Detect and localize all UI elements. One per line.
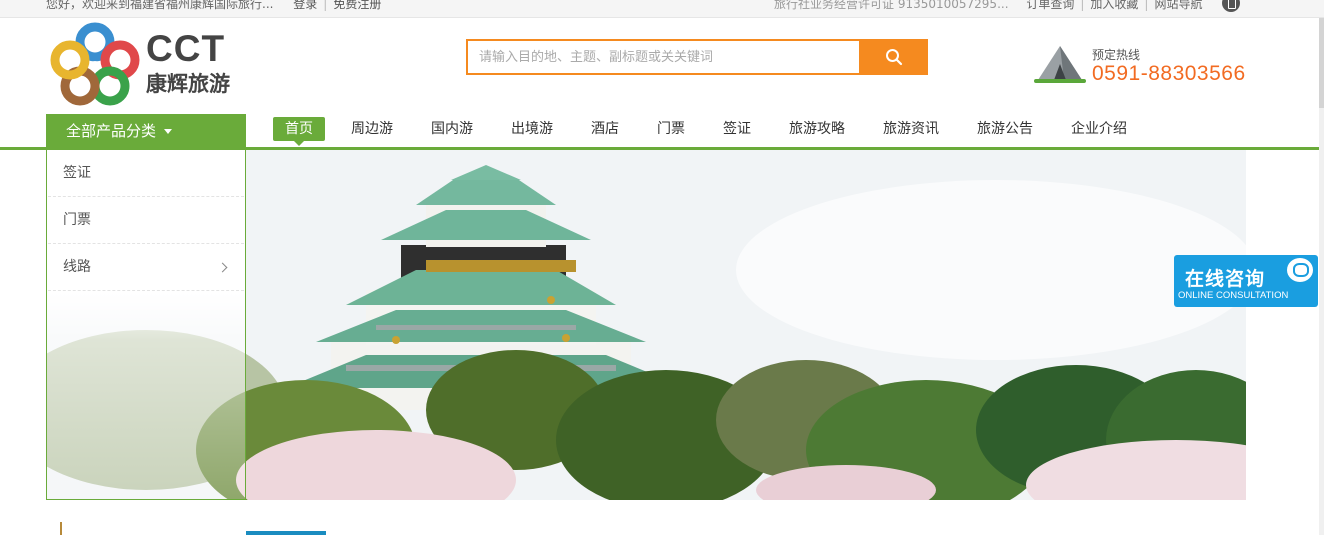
- nav-item-home[interactable]: 首页: [273, 117, 325, 146]
- nav-item-visa[interactable]: 签证: [723, 117, 751, 141]
- nav-item-nearby[interactable]: 周边游: [351, 117, 393, 141]
- mobile-icon[interactable]: [1222, 0, 1240, 12]
- caret-down-icon: [164, 129, 173, 134]
- nav-item-announcements[interactable]: 旅游公告: [977, 117, 1033, 141]
- top-bar-left: 您好，欢迎来到福建省福州康辉国际旅行... 登录 | 免费注册: [46, 0, 381, 12]
- all-categories-label: 全部产品分类: [66, 122, 157, 140]
- nav-item-domestic[interactable]: 国内游: [431, 117, 473, 141]
- category-label: 线路: [63, 259, 91, 275]
- top-bar: 您好，欢迎来到福建省福州康辉国际旅行... 登录 | 免费注册 旅行社业务经营许可证…: [0, 0, 1324, 18]
- category-panel: 签证 门票 线路: [46, 150, 246, 500]
- nav-item-guides[interactable]: 旅游攻略: [789, 117, 845, 141]
- nav-item-news[interactable]: 旅游资讯: [883, 117, 939, 141]
- category-item-visa[interactable]: 签证: [48, 150, 244, 197]
- search-icon: [886, 49, 903, 66]
- register-link[interactable]: 免费注册: [333, 0, 381, 11]
- section-marker: [60, 522, 66, 535]
- category-item-routes[interactable]: 线路: [48, 244, 244, 291]
- brand-name-en: CCT: [146, 28, 226, 69]
- order-query-link[interactable]: 订单查询: [1026, 0, 1074, 11]
- license-text: 旅行社业务经营许可证 9135010057295...: [774, 0, 1009, 11]
- page-scrollbar[interactable]: [1319, 18, 1324, 535]
- search-button[interactable]: [859, 39, 928, 75]
- chevron-right-icon: [217, 262, 228, 273]
- add-favorite-link[interactable]: 加入收藏: [1090, 0, 1138, 11]
- nav-item-hotel[interactable]: 酒店: [591, 117, 619, 141]
- section-tab-indicator: [246, 531, 326, 535]
- welcome-text: 您好，欢迎来到福建省福州康辉国际旅行...: [46, 0, 274, 11]
- brand-name-cn: 康辉旅游: [146, 72, 230, 96]
- hotline: 预定热线 0591-88303566: [1034, 40, 1254, 90]
- search-input[interactable]: [466, 39, 859, 75]
- flower-logo-icon: [50, 22, 140, 106]
- nav-item-tickets[interactable]: 门票: [657, 117, 685, 141]
- tent-icon: [1034, 46, 1086, 83]
- hotline-number: 0591-88303566: [1092, 62, 1246, 85]
- category-label: 签证: [63, 165, 91, 181]
- search-bar: [466, 39, 928, 75]
- category-label: 门票: [63, 212, 91, 228]
- all-categories-button[interactable]: 全部产品分类: [46, 114, 246, 150]
- hotline-label: 预定热线: [1092, 48, 1141, 62]
- nav-item-outbound[interactable]: 出境游: [511, 117, 553, 141]
- main-nav: 首页 周边游 国内游 出境游 酒店 门票 签证 旅游攻略 旅游资讯 旅游公告 企…: [273, 117, 1165, 147]
- category-item-tickets[interactable]: 门票: [48, 197, 244, 244]
- top-bar-right: 旅行社业务经营许可证 9135010057295... 订单查询 | 加入收藏 | 网站…: [774, 0, 1202, 12]
- scrollbar-thumb[interactable]: [1319, 18, 1324, 108]
- chat-bubble-icon: [1287, 258, 1313, 282]
- site-nav-link[interactable]: 网站导航: [1154, 0, 1202, 11]
- online-consult-button[interactable]: 在线咨询 ONLINE CONSULTATION: [1174, 255, 1318, 307]
- site-logo[interactable]: CCT 康辉旅游: [50, 22, 242, 108]
- nav-item-about[interactable]: 企业介绍: [1071, 117, 1127, 141]
- consult-title: 在线咨询: [1185, 268, 1266, 290]
- consult-subtitle: ONLINE CONSULTATION: [1178, 290, 1289, 301]
- login-link[interactable]: 登录: [293, 0, 317, 11]
